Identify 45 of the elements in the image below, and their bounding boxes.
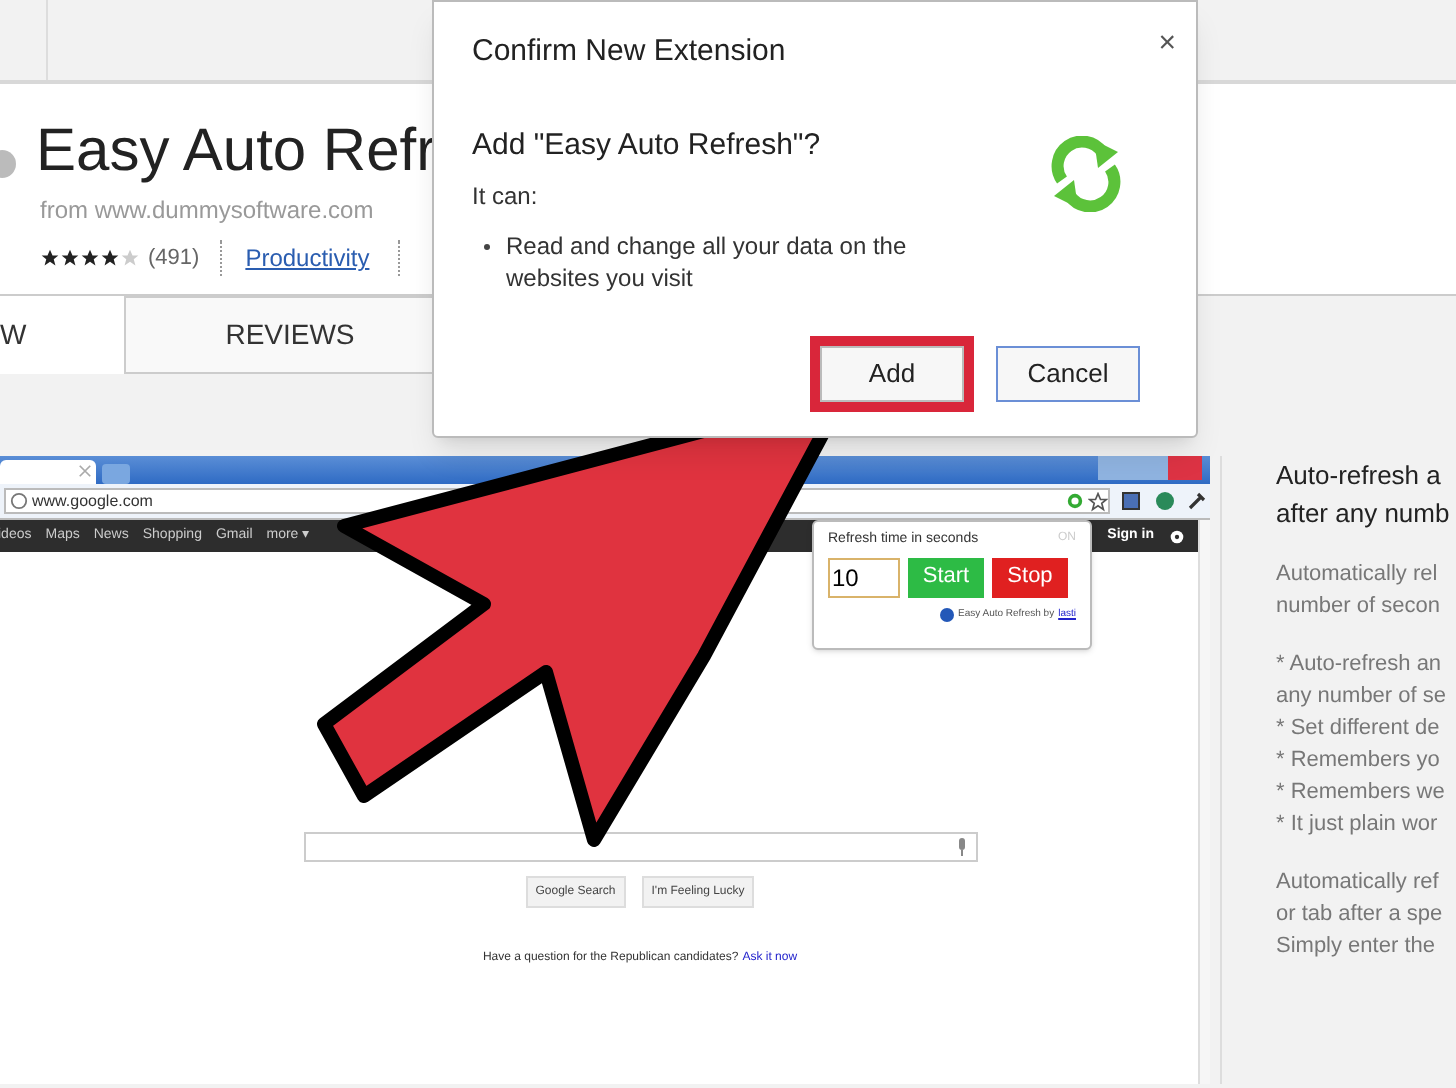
description-line: Automatically rel xyxy=(1276,560,1440,590)
page-tab[interactable]: W xyxy=(0,296,124,374)
description-line: number of secon xyxy=(1276,592,1442,622)
extension-title: Easy Auto Refr xyxy=(36,116,437,188)
star-icon xyxy=(80,248,100,268)
settings-icon[interactable] xyxy=(1168,527,1186,545)
seconds-field[interactable]: 10 xyxy=(828,557,900,597)
microphone-icon[interactable] xyxy=(955,838,967,856)
description-title: after any numb xyxy=(1276,496,1452,532)
stop-button[interactable]: Stop xyxy=(992,557,1068,597)
description-line: or tab after a spe xyxy=(1276,900,1445,930)
rating-count: (491) xyxy=(148,243,200,274)
description-title: Auto-refresh a xyxy=(1276,458,1443,494)
description-line: * Set different de xyxy=(1276,714,1442,744)
bullet-icon xyxy=(484,244,490,250)
category-link[interactable]: Productivity xyxy=(245,240,370,276)
window-controls-icon[interactable] xyxy=(1098,456,1202,480)
description-line: * It just plain wor xyxy=(1276,810,1440,840)
description-line: Simply enter the xyxy=(1276,932,1437,962)
close-button[interactable]: × xyxy=(1158,30,1176,58)
dialog-title: Confirm New Extension xyxy=(472,32,786,72)
star-icon xyxy=(40,248,60,268)
refresh-icon[interactable] xyxy=(1066,492,1084,510)
dialog-button[interactable]: Cancel xyxy=(996,346,1140,402)
description-line: any number of se xyxy=(1276,682,1448,712)
url-text: www.google.com xyxy=(32,489,153,513)
search-field[interactable] xyxy=(303,832,977,862)
star-icon xyxy=(60,248,80,268)
globe-icon xyxy=(10,492,28,510)
description-line: * Remembers we xyxy=(1276,778,1447,808)
star-icon[interactable] xyxy=(1088,491,1108,511)
star-icon xyxy=(120,248,140,268)
globe-icon xyxy=(940,607,954,622)
description-line: * Remembers yo xyxy=(1276,746,1442,776)
description-line: Automatically ref xyxy=(1276,868,1441,898)
refresh-icon xyxy=(1046,135,1126,211)
dialog-button[interactable]: Add xyxy=(820,346,964,402)
tab-close-icon[interactable] xyxy=(78,464,92,478)
permission-text: Read and change all your data on the websites you visit xyxy=(506,230,909,294)
dialog-heading: Add "Easy Auto Refresh"? xyxy=(472,125,823,165)
publisher-text: from www.dummysoftware.com xyxy=(40,194,374,228)
intro-text: It can: xyxy=(472,180,540,214)
wrench-icon[interactable] xyxy=(1186,491,1206,511)
description-line: * Auto-refresh an xyxy=(1276,650,1444,680)
star-icon xyxy=(100,248,120,268)
